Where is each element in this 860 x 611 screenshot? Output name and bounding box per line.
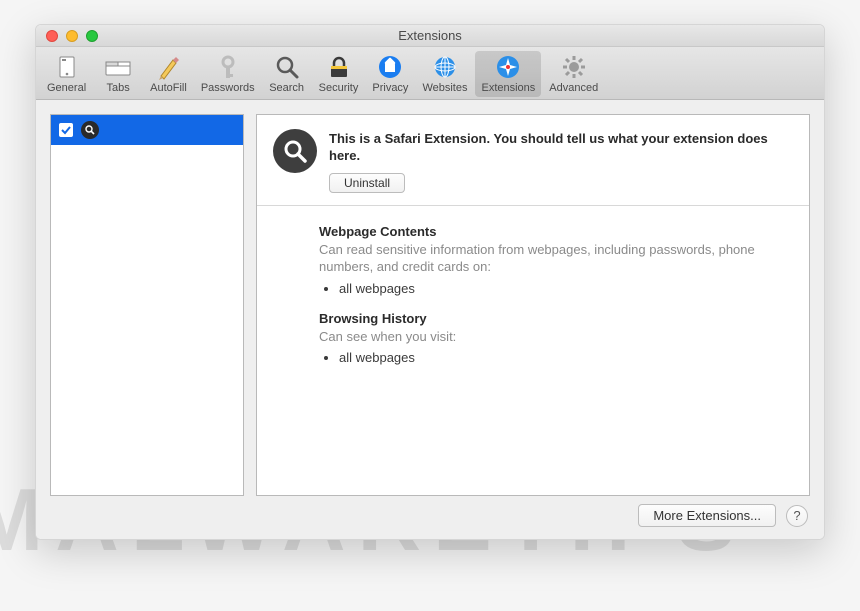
more-extensions-button[interactable]: More Extensions... [638, 504, 776, 527]
search-icon [269, 53, 305, 81]
extension-checkbox[interactable] [59, 123, 73, 137]
tab-advanced[interactable]: Advanced [543, 51, 604, 97]
tab-websites[interactable]: Websites [416, 51, 473, 97]
tab-label: Search [269, 82, 305, 94]
preferences-window: Extensions General Tabs AutoFill [35, 24, 825, 540]
advanced-icon [549, 53, 598, 81]
extension-detail: This is a Safari Extension. You should t… [256, 114, 810, 496]
zoom-button[interactable] [86, 30, 98, 42]
permission-title: Browsing History [319, 311, 789, 326]
websites-icon [422, 53, 467, 81]
passwords-icon [201, 53, 255, 81]
tab-label: Privacy [372, 82, 408, 94]
content-area: This is a Safari Extension. You should t… [36, 100, 824, 539]
magnifier-icon [81, 121, 99, 139]
extension-description: This is a Safari Extension. You should t… [329, 129, 793, 165]
tab-general[interactable]: General [41, 51, 92, 97]
preferences-toolbar: General Tabs AutoFill Passwords [36, 47, 824, 100]
autofill-icon [150, 53, 187, 81]
permission-subtitle: Can see when you visit: [319, 328, 789, 346]
tab-label: Tabs [100, 82, 136, 94]
sidebar-item[interactable] [51, 115, 243, 145]
tab-label: Websites [422, 82, 467, 94]
permissions-section: Webpage Contents Can read sensitive info… [257, 206, 809, 391]
permission-item: all webpages [339, 349, 789, 366]
help-button[interactable]: ? [786, 505, 808, 527]
extensions-sidebar [50, 114, 244, 496]
tab-label: Extensions [481, 82, 535, 94]
tab-tabs[interactable]: Tabs [94, 51, 142, 97]
detail-header: This is a Safari Extension. You should t… [257, 115, 809, 206]
tab-passwords[interactable]: Passwords [195, 51, 261, 97]
minimize-button[interactable] [66, 30, 78, 42]
footer: More Extensions... ? [50, 496, 810, 529]
window-controls [36, 30, 98, 42]
security-icon [319, 53, 359, 81]
tabs-icon [100, 53, 136, 81]
permission-title: Webpage Contents [319, 224, 789, 239]
general-icon [47, 53, 86, 81]
tab-extensions[interactable]: Extensions [475, 51, 541, 97]
titlebar: Extensions [36, 25, 824, 47]
tab-search[interactable]: Search [263, 51, 311, 97]
tab-label: Passwords [201, 82, 255, 94]
magnifier-icon [273, 129, 317, 173]
tab-security[interactable]: Security [313, 51, 365, 97]
tab-label: AutoFill [150, 82, 187, 94]
privacy-icon [372, 53, 408, 81]
tab-label: Security [319, 82, 359, 94]
tab-label: Advanced [549, 82, 598, 94]
permission-list: all webpages [319, 280, 789, 297]
permission-subtitle: Can read sensitive information from webp… [319, 241, 789, 276]
tab-privacy[interactable]: Privacy [366, 51, 414, 97]
uninstall-button[interactable]: Uninstall [329, 173, 405, 193]
extensions-icon [481, 53, 535, 81]
window-title: Extensions [36, 28, 824, 43]
tab-label: General [47, 82, 86, 94]
tab-autofill[interactable]: AutoFill [144, 51, 193, 97]
permission-list: all webpages [319, 349, 789, 366]
close-button[interactable] [46, 30, 58, 42]
permission-item: all webpages [339, 280, 789, 297]
